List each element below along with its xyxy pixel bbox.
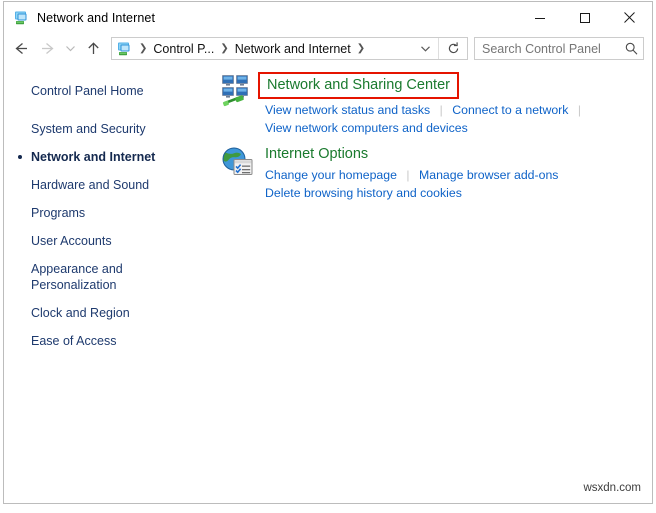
search-icon: [625, 42, 637, 55]
category-links: Change your homepage | Manage browser ad…: [265, 166, 652, 202]
refresh-icon: [448, 42, 458, 54]
address-dropdown-button[interactable]: [412, 38, 438, 59]
title-bar: Network and Internet: [4, 2, 652, 33]
minimize-button[interactable]: [517, 2, 562, 33]
link-view-network-computers-and-devices[interactable]: View network computers and devices: [265, 121, 468, 135]
sidebar-item-label: Hardware and Sound: [31, 178, 150, 192]
control-panel-window: Network and Internet ❯ Control P... ❯ Ne…: [3, 1, 653, 504]
category-list: Network and Sharing Center View network …: [216, 64, 652, 503]
sidebar-item-label: Network and Internet: [31, 150, 156, 164]
chevron-down-icon: [65, 46, 75, 52]
breadcrumb-item-network-and-internet[interactable]: Network and Internet: [233, 42, 353, 56]
screen: Network and Internet ❯ Control P... ❯ Ne…: [0, 0, 656, 513]
network-computers-icon: [221, 73, 255, 107]
sidebar-item-label: Clock and Region: [31, 306, 130, 320]
navigation-bar: ❯ Control P... ❯ Network and Internet ❯: [4, 33, 652, 64]
link-row: Delete browsing history and cookies: [265, 184, 652, 202]
breadcrumb-separator: ❯: [139, 42, 148, 54]
sidebar-item-appearance-and-personalization[interactable]: Appearance and Personalization: [4, 261, 216, 293]
up-arrow-icon: [87, 42, 99, 54]
sidebar-item-label: Control Panel Home: [31, 84, 144, 98]
maximize-button[interactable]: [562, 2, 607, 33]
category-internet-options: Internet Options Change your homepage | …: [216, 144, 652, 202]
close-button[interactable]: [607, 2, 652, 33]
window-controls: [517, 2, 652, 33]
link-delete-browsing-history-and-cookies[interactable]: Delete browsing history and cookies: [265, 186, 462, 200]
link-separator: |: [577, 103, 581, 117]
search-input[interactable]: [475, 41, 619, 56]
sidebar-item-network-and-internet[interactable]: Network and Internet: [4, 149, 216, 165]
sidebar-item-ease-of-access[interactable]: Ease of Access: [4, 333, 216, 349]
breadcrumb-separator: ❯: [220, 42, 229, 54]
sidebar-item-label: User Accounts: [31, 234, 112, 248]
link-separator: |: [439, 103, 443, 117]
bullet-icon: [18, 155, 22, 159]
sidebar-item-system-and-security[interactable]: System and Security: [4, 121, 216, 137]
sidebar-item-control-panel-home[interactable]: Control Panel Home: [4, 83, 216, 99]
window-title: Network and Internet: [37, 10, 156, 25]
link-manage-browser-add-ons[interactable]: Manage browser add-ons: [419, 168, 558, 182]
search-box[interactable]: [474, 37, 644, 60]
refresh-button[interactable]: [439, 38, 467, 59]
link-view-network-status-and-tasks[interactable]: View network status and tasks: [265, 103, 430, 117]
category-links: View network status and tasks | Connect …: [265, 101, 652, 137]
back-button[interactable]: [8, 37, 34, 61]
up-button[interactable]: [80, 37, 106, 61]
network-folder-icon: [13, 10, 29, 26]
link-connect-to-a-network[interactable]: Connect to a network: [452, 103, 568, 117]
breadcrumb-separator[interactable]: ❯: [353, 43, 369, 54]
window-body: Control Panel Home System and Security N…: [4, 64, 652, 503]
link-change-your-homepage[interactable]: Change your homepage: [265, 168, 397, 182]
search-button[interactable]: [619, 38, 643, 59]
breadcrumb: ❯ Control P... ❯ Network and Internet ❯: [135, 42, 412, 56]
chevron-down-icon: [420, 46, 430, 52]
sidebar-item-label: System and Security: [31, 122, 146, 136]
sidebar-item-user-accounts[interactable]: User Accounts: [4, 233, 216, 249]
sidebar: Control Panel Home System and Security N…: [4, 64, 216, 503]
forward-button[interactable]: [34, 37, 60, 61]
sidebar-item-clock-and-region[interactable]: Clock and Region: [4, 305, 216, 321]
category-body: Internet Options Change your homepage | …: [265, 144, 652, 202]
sidebar-item-label: Appearance and Personalization: [31, 262, 123, 292]
category-body: Network and Sharing Center View network …: [258, 71, 652, 137]
address-bar[interactable]: ❯ Control P... ❯ Network and Internet ❯: [111, 37, 468, 60]
breadcrumb-item-control-panel[interactable]: Control P...: [151, 42, 216, 56]
category-network-and-sharing-center: Network and Sharing Center View network …: [216, 71, 652, 137]
category-title-link[interactable]: Network and Sharing Center: [258, 72, 459, 99]
recent-locations-button[interactable]: [60, 37, 80, 61]
link-row: Change your homepage | Manage browser ad…: [265, 166, 652, 184]
sidebar-item-label: Programs: [31, 206, 86, 220]
internet-options-globe-icon: [221, 146, 255, 180]
link-separator: |: [406, 168, 410, 182]
back-arrow-icon: [14, 43, 27, 54]
link-row: View network status and tasks | Connect …: [265, 101, 652, 119]
category-title-link[interactable]: Internet Options: [265, 144, 368, 164]
forward-arrow-icon: [41, 43, 54, 54]
sidebar-item-hardware-and-sound[interactable]: Hardware and Sound: [4, 177, 216, 193]
watermark: wsxdn.com: [583, 482, 641, 494]
sidebar-item-programs[interactable]: Programs: [4, 205, 216, 221]
link-row: View network computers and devices: [265, 119, 652, 137]
sidebar-item-label: Ease of Access: [31, 334, 117, 348]
network-folder-icon: [116, 41, 132, 57]
